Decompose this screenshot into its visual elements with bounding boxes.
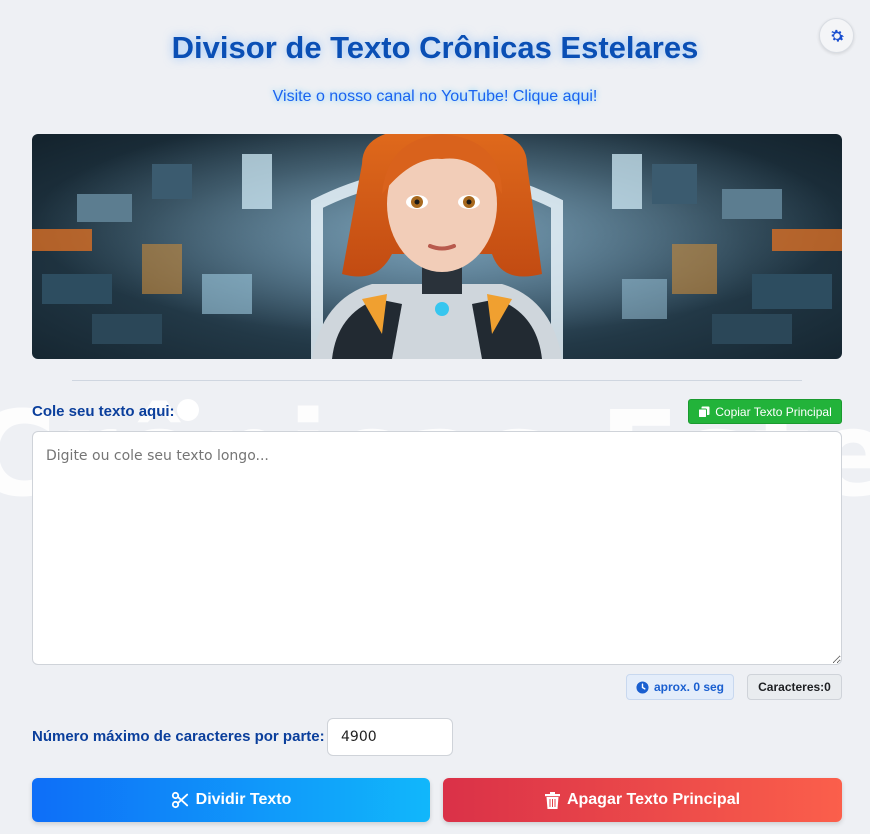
page-title: Divisor de Texto Crônicas Estelares [171,30,699,65]
decorative-dot [177,399,199,421]
character-count-badge: Caracteres:0 [747,674,842,700]
text-input-label: Cole seu texto aqui: [32,403,175,420]
copy-icon [698,406,710,418]
max-chars-input[interactable] [327,718,453,756]
split-text-button[interactable]: Dividir Texto [32,778,430,822]
clock-icon [636,680,649,694]
banner-image [32,134,842,359]
reading-time-badge: aprox. 0 seg [626,674,734,700]
max-chars-label: Número máximo de caracteres por parte: [32,728,325,745]
main-text-input[interactable] [32,431,842,665]
scissors-icon [171,791,188,809]
clear-main-text-button[interactable]: Apagar Texto Principal [443,778,842,822]
trash-icon [544,791,560,809]
split-button-label: Dividir Texto [195,791,292,808]
copy-main-text-button[interactable]: Copiar Texto Principal [688,399,842,424]
banner-illustration [32,134,842,359]
copy-button-label: Copiar Texto Principal [715,404,832,419]
clear-button-label: Apagar Texto Principal [566,791,741,808]
youtube-link[interactable]: Visite o nosso canal no YouTube! Clique … [0,88,870,106]
reading-time-label: aprox. 0 seg [653,680,725,694]
section-divider [72,380,802,381]
